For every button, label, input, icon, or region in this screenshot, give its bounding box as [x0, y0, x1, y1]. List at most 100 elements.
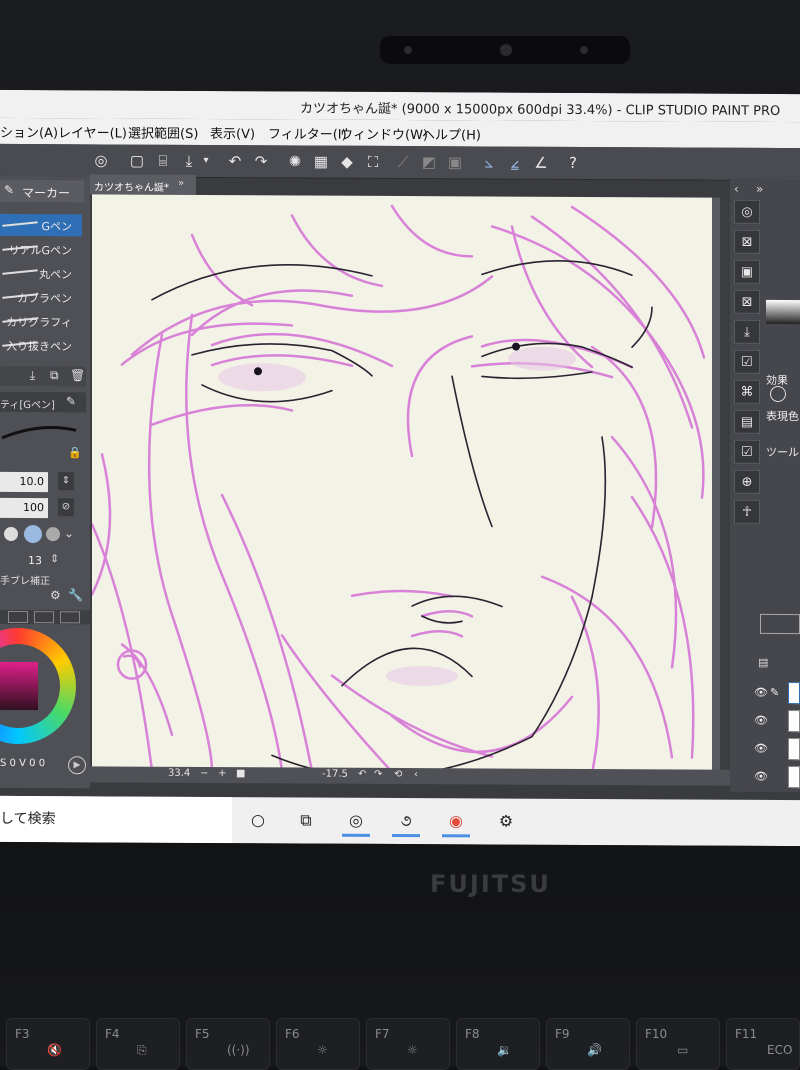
- auto-action-icon[interactable]: ⌘: [734, 379, 760, 404]
- tool-group-header[interactable]: ✎ マーカー: [0, 179, 84, 203]
- rotate-right-icon[interactable]: ↷: [374, 769, 382, 780]
- snap-ruler-icon[interactable]: ⦣: [478, 151, 500, 173]
- download-icon[interactable]: ⤓: [30, 368, 35, 383]
- figure-icon[interactable]: ☥: [734, 499, 760, 524]
- new-file-icon[interactable]: ▢: [126, 150, 148, 172]
- snap-grid-icon[interactable]: ∠: [530, 152, 552, 174]
- rotation-angle[interactable]: -17.5: [322, 769, 348, 780]
- brush-real-g-pen[interactable]: リアルGペン: [0, 238, 82, 260]
- eye-icon[interactable]: 👁: [754, 686, 768, 699]
- menu-layer[interactable]: レイヤー(L): [58, 122, 127, 141]
- save-dropdown-icon[interactable]: ▾: [200, 150, 212, 172]
- layer-search-icon[interactable]: ⊠: [734, 289, 760, 314]
- brand-logo: FUJITSU: [430, 870, 551, 898]
- color-wheel-tab[interactable]: [8, 610, 28, 624]
- undo-icon[interactable]: ↶: [224, 150, 246, 172]
- wrench-settings-icon[interactable]: 🔧: [68, 588, 83, 602]
- collapse-left-icon[interactable]: ‹: [734, 182, 739, 196]
- fit-icon[interactable]: ■: [236, 768, 245, 779]
- menu-view[interactable]: 表示(V): [210, 123, 255, 142]
- play-icon[interactable]: ▶: [68, 756, 86, 775]
- layer-thumb[interactable]: [788, 710, 800, 733]
- menu-help[interactable]: ヘルプ(H): [422, 124, 481, 143]
- help-icon[interactable]: ?: [562, 152, 584, 174]
- chevron-down-icon[interactable]: ⌄: [64, 526, 74, 540]
- search-box[interactable]: して検索: [0, 795, 232, 844]
- stabilization-value[interactable]: 13: [28, 554, 42, 567]
- brush-g-pen[interactable]: Gペン: [0, 213, 82, 237]
- menu-filter[interactable]: フィルター(I): [268, 123, 347, 142]
- wrench-icon[interactable]: ✎: [66, 394, 76, 408]
- zoom-level[interactable]: 33.4: [168, 768, 190, 779]
- zoom-in-icon[interactable]: +: [218, 768, 226, 779]
- opacity-toggle[interactable]: ⊘: [58, 498, 74, 517]
- menu-selection[interactable]: 選択範囲(S): [128, 123, 198, 142]
- brush-calligraphy[interactable]: カリグラフィ: [0, 310, 82, 332]
- expand-icon[interactable]: »: [756, 182, 763, 196]
- brush-taper-pen[interactable]: 入り抜きペン: [0, 334, 82, 356]
- brush-round-pen[interactable]: 丸ペン: [0, 262, 82, 284]
- brush-size-field[interactable]: 10.0: [0, 471, 48, 493]
- settings-gear-icon[interactable]: ⚙: [492, 808, 520, 834]
- canvas-scrollbar[interactable]: [712, 197, 720, 770]
- navigator-icon[interactable]: ◎: [734, 199, 760, 224]
- cortana-icon[interactable]: ○: [244, 807, 272, 833]
- layer-thumb-active[interactable]: [788, 682, 800, 705]
- mute-icon: 🔇: [47, 1043, 62, 1057]
- material-icon[interactable]: ▤: [734, 409, 760, 434]
- layer-icon[interactable]: ⊕: [734, 469, 760, 494]
- sub-view-icon[interactable]: ⊠: [734, 229, 760, 254]
- blend-mode-dropdown[interactable]: [760, 613, 800, 635]
- eye-icon[interactable]: 👁: [754, 714, 768, 727]
- import-icon[interactable]: ⤓: [734, 319, 760, 344]
- task-view-icon[interactable]: ⧉: [292, 807, 320, 833]
- tip-soft[interactable]: [24, 525, 42, 544]
- opacity-field[interactable]: 100: [0, 497, 48, 519]
- save-icon[interactable]: ⤓: [178, 150, 200, 172]
- deselect-icon[interactable]: ⟋: [392, 151, 414, 173]
- close-icon[interactable]: »: [178, 178, 184, 189]
- clear-icon[interactable]: ✺: [284, 150, 306, 172]
- menu-window[interactable]: ウィンドウ(W): [340, 124, 428, 143]
- snap-special-ruler-icon[interactable]: ⦤: [504, 152, 526, 174]
- effect-toggle-icon[interactable]: [770, 385, 786, 403]
- lock-icon[interactable]: 🔒: [68, 446, 82, 459]
- layer-panel-icon[interactable]: ▤: [758, 656, 768, 669]
- saturation-square[interactable]: [0, 661, 38, 711]
- invert-selection-icon[interactable]: ◩: [418, 151, 440, 173]
- layer-thumb[interactable]: [788, 738, 800, 761]
- color-set-tab[interactable]: [60, 611, 80, 624]
- tone-icon[interactable]: ◆: [336, 151, 358, 173]
- layer-property-icon[interactable]: ▣: [734, 259, 760, 284]
- clip-studio-taskbar-icon[interactable]: ◎: [342, 807, 370, 837]
- tip-hard[interactable]: [4, 526, 18, 541]
- redo-icon[interactable]: ↷: [250, 150, 272, 172]
- brush-kabura-pen[interactable]: カブラペン: [0, 286, 82, 308]
- brush-size-stepper[interactable]: ⇕: [58, 472, 74, 491]
- stabilization-stepper[interactable]: ⇕: [50, 552, 59, 565]
- clip-studio-paint-icon[interactable]: ૭: [392, 807, 420, 838]
- flip-icon[interactable]: ‹: [414, 769, 418, 780]
- open-folder-icon[interactable]: ⌸: [152, 150, 174, 172]
- expand-selection-icon[interactable]: ▣: [444, 151, 466, 173]
- zoom-out-icon[interactable]: −: [200, 768, 208, 779]
- history-icon[interactable]: ☑: [734, 349, 760, 374]
- rotate-left-icon[interactable]: ↶: [358, 769, 366, 780]
- layer-thumb[interactable]: [788, 766, 800, 789]
- drawing-canvas[interactable]: [90, 194, 712, 778]
- transform-icon[interactable]: ⛶: [362, 151, 384, 173]
- color-slider-tab[interactable]: [34, 611, 54, 624]
- tip-airbrush[interactable]: [46, 527, 60, 542]
- canvas-tab[interactable]: カツオちゃん誕* »: [90, 174, 196, 195]
- trash-icon[interactable]: 🗑: [70, 368, 85, 382]
- menu-animation[interactable]: ション(A): [0, 122, 58, 141]
- clip-studio-icon[interactable]: ◎: [90, 149, 112, 171]
- settings-icon[interactable]: ⚙: [50, 588, 61, 602]
- chrome-icon[interactable]: ◉: [442, 808, 470, 838]
- duplicate-icon[interactable]: ⧉: [50, 368, 59, 383]
- item-bank-icon[interactable]: ☑: [734, 439, 760, 464]
- eye-icon[interactable]: 👁: [754, 770, 768, 783]
- reset-rotation-icon[interactable]: ⟲: [394, 769, 402, 780]
- fill-icon[interactable]: ▦: [310, 151, 332, 173]
- eye-icon[interactable]: 👁: [754, 742, 768, 755]
